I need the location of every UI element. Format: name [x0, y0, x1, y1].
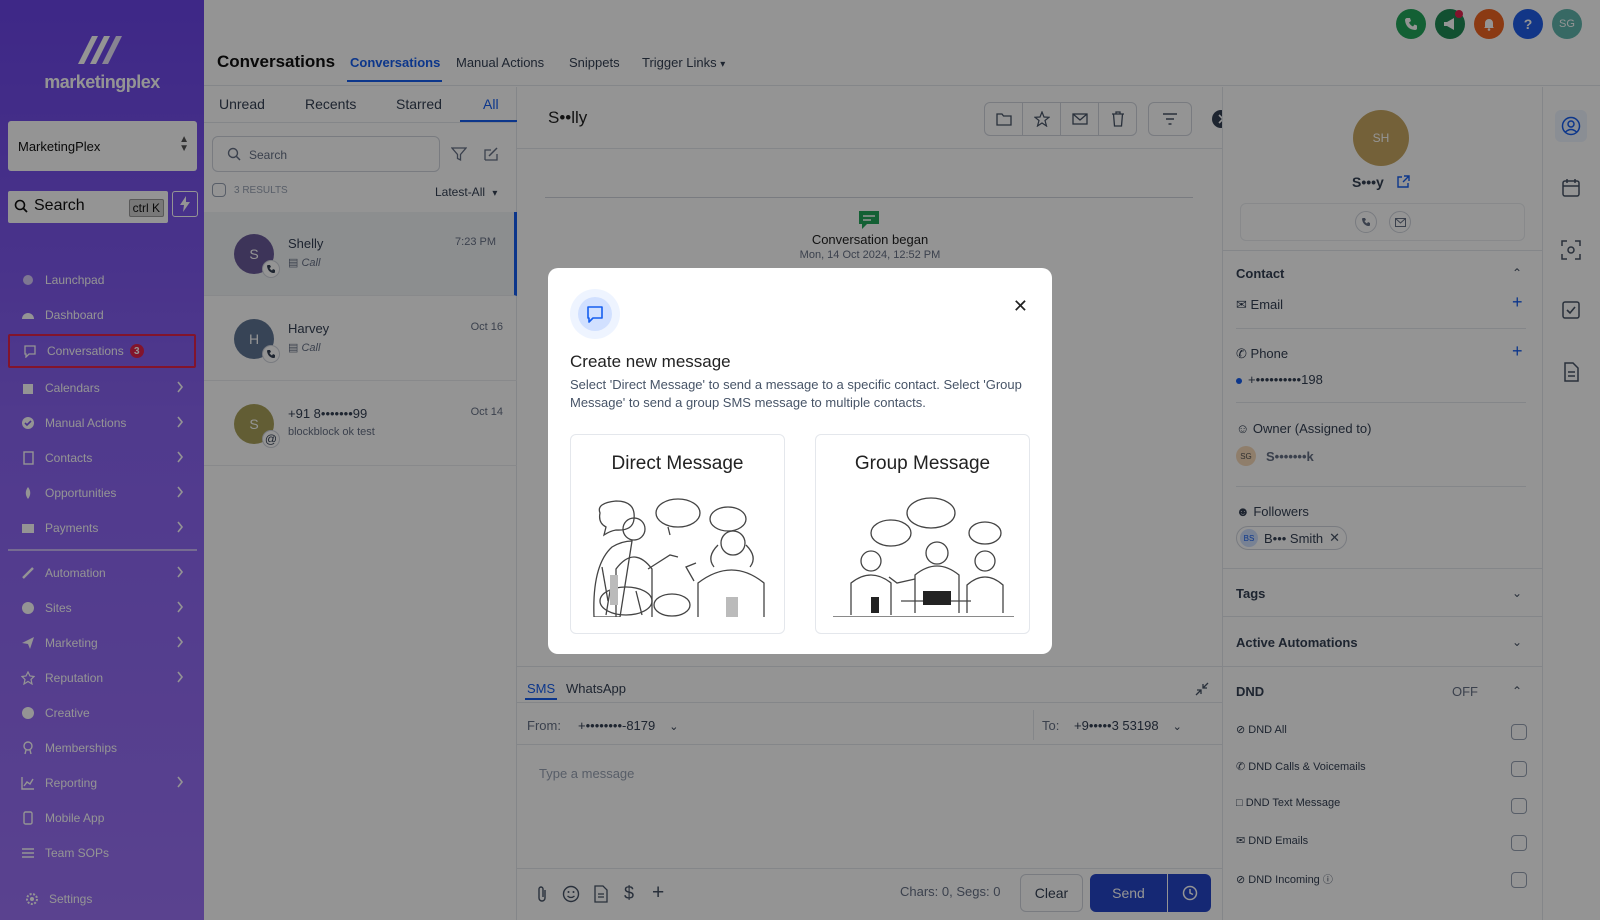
message-icon-badge	[570, 289, 620, 339]
direct-message-title: Direct Message	[611, 453, 744, 474]
group-message-title: Group Message	[854, 453, 991, 474]
group-message-illustration	[833, 497, 1014, 617]
modal-title: Create new message	[570, 352, 731, 371]
create-message-modal: ✕ Create new message Select 'Direct Mess…	[548, 268, 1052, 654]
direct-message-illustration	[593, 498, 765, 617]
message-square-icon	[578, 297, 612, 331]
close-icon: ✕	[1012, 296, 1028, 316]
group-message-option[interactable]: Group Message	[815, 434, 1030, 634]
close-modal-button[interactable]: ✕	[1013, 296, 1028, 317]
direct-message-option[interactable]: Direct Message	[570, 434, 785, 634]
modal-description: Select 'Direct Message' to send a messag…	[570, 377, 1022, 410]
